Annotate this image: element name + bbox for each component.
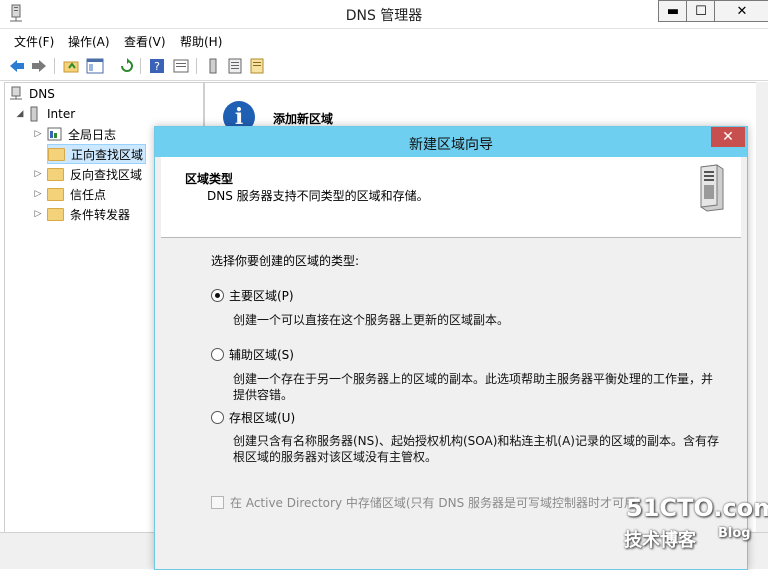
tree-item-conditional-forwarders[interactable]: ▷ 条件转发器: [33, 205, 130, 223]
wizard-step-title: 区域类型: [185, 172, 234, 186]
menu-file[interactable]: 文件(F): [14, 33, 54, 50]
collapse-arrow-icon[interactable]: ◢: [15, 109, 25, 119]
watermark-subtitle: 技术博客: [624, 530, 696, 551]
stub-zone-label: 存根区域(U): [229, 411, 296, 425]
expand-arrow-icon[interactable]: ▷: [33, 129, 43, 139]
secondary-zone-label: 辅助区域(S): [229, 348, 294, 362]
server-tower-icon: [700, 164, 724, 212]
folder-icon: [47, 187, 64, 201]
folder-icon: [48, 147, 65, 161]
refresh-icon[interactable]: [118, 57, 136, 75]
menu-view[interactable]: 查看(V): [124, 33, 166, 50]
log-icon: [47, 127, 62, 141]
forward-icon[interactable]: [30, 57, 48, 75]
wizard-titlebar: 新建区域向导 ✕: [155, 127, 747, 157]
menu-help[interactable]: 帮助(H): [180, 33, 222, 50]
window-title: DNS 管理器: [345, 8, 423, 24]
folder-icon: [47, 167, 64, 181]
primary-zone-description: 创建一个可以直接在这个服务器上更新的区域副本。: [233, 313, 510, 327]
tree-label-trust-points: 信任点: [70, 187, 107, 202]
watermark-blog: Blog: [718, 526, 751, 541]
stub-zone-description: 创建只含有名称服务器(NS)、起始授权机构(SOA)和粘连主机(A)记录的区域的…: [233, 434, 719, 464]
tree-item-global-logs[interactable]: ▷ 全局日志: [33, 125, 116, 143]
menu-action[interactable]: 操作(A): [68, 33, 110, 50]
wizard-header: 区域类型 DNS 服务器支持不同类型的区域和存储。: [161, 157, 741, 238]
vertical-scrollbar[interactable]: [756, 82, 768, 532]
maximize-button[interactable]: ☐: [686, 0, 716, 22]
tree-item-forward-zones[interactable]: 正向查找区域: [47, 144, 147, 164]
server-icon[interactable]: [204, 57, 222, 75]
tree-label-conditional-forwarders: 条件转发器: [70, 207, 131, 222]
tree-item-trust-points[interactable]: ▷ 信任点: [33, 185, 106, 203]
up-folder-icon[interactable]: [62, 57, 80, 75]
list-icon[interactable]: [226, 57, 244, 75]
console-tree-icon[interactable]: [86, 57, 104, 75]
expand-arrow-icon[interactable]: ▷: [33, 209, 43, 219]
server-node-icon: [30, 106, 38, 122]
secondary-zone-description: 创建一个存在于另一个服务器上的区域的副本。此选项帮助主服务器平衡处理的工作量，并…: [233, 372, 714, 402]
menu-bar: 文件(F) 操作(A) 查看(V) 帮助(H): [0, 29, 768, 51]
tree-label-reverse-zones: 反向查找区域: [70, 167, 143, 182]
watermark: 51CTO.com 技术博客 Blog: [624, 494, 768, 554]
folder-icon: [47, 207, 64, 221]
svg-text:?: ?: [154, 60, 160, 73]
store-in-ad-label: 在 Active Directory 中存储区域(只有 DNS 服务器是可写域控…: [230, 496, 641, 510]
help-icon[interactable]: ?: [148, 57, 166, 75]
wizard-title: 新建区域向导: [409, 137, 493, 153]
secondary-zone-radio[interactable]: 辅助区域(S): [211, 346, 294, 363]
store-in-ad-checkbox[interactable]: 在 Active Directory 中存储区域(只有 DNS 服务器是可写域控…: [211, 494, 641, 511]
back-icon[interactable]: [8, 57, 26, 75]
minimize-button[interactable]: ▬: [658, 0, 688, 22]
stub-zone-radio[interactable]: 存根区域(U): [211, 409, 295, 426]
radio-unchecked-icon[interactable]: [211, 348, 224, 361]
primary-zone-label: 主要区域(P): [229, 289, 294, 303]
tree-item-reverse-zones[interactable]: ▷ 反向查找区域: [33, 165, 142, 183]
toolbar: ?: [0, 52, 768, 81]
dns-icon: [10, 86, 22, 100]
add-new-zone-heading: 添加新区域: [273, 112, 334, 126]
primary-zone-radio[interactable]: 主要区域(P): [211, 287, 294, 304]
radio-unchecked-icon[interactable]: [211, 411, 224, 424]
properties-icon[interactable]: [172, 57, 190, 75]
tree-item-server[interactable]: ◢ Inter: [15, 105, 75, 123]
tree-label-global-logs: 全局日志: [68, 127, 117, 142]
zone-type-prompt: 选择你要创建的区域的类型:: [211, 254, 360, 268]
checkbox-disabled-icon[interactable]: [211, 496, 224, 509]
wizard-close-button[interactable]: ✕: [711, 127, 745, 147]
main-titlebar: DNS 管理器 ▬ ☐ ✕: [0, 0, 768, 29]
close-button[interactable]: ✕: [714, 0, 768, 22]
expand-arrow-icon[interactable]: ▷: [33, 169, 43, 179]
watermark-logo: 51CTO.com: [626, 494, 768, 522]
expand-arrow-icon[interactable]: ▷: [33, 189, 43, 199]
radio-checked-icon[interactable]: [211, 289, 224, 302]
wizard-step-description: DNS 服务器支持不同类型的区域和存储。: [207, 189, 429, 203]
tree-item-dns[interactable]: DNS: [9, 85, 55, 103]
tree-label-server: Inter: [47, 107, 76, 121]
tree-label-dns: DNS: [29, 87, 55, 101]
tree-label-forward-zones: 正向查找区域: [71, 147, 144, 162]
notes-icon[interactable]: [248, 57, 266, 75]
